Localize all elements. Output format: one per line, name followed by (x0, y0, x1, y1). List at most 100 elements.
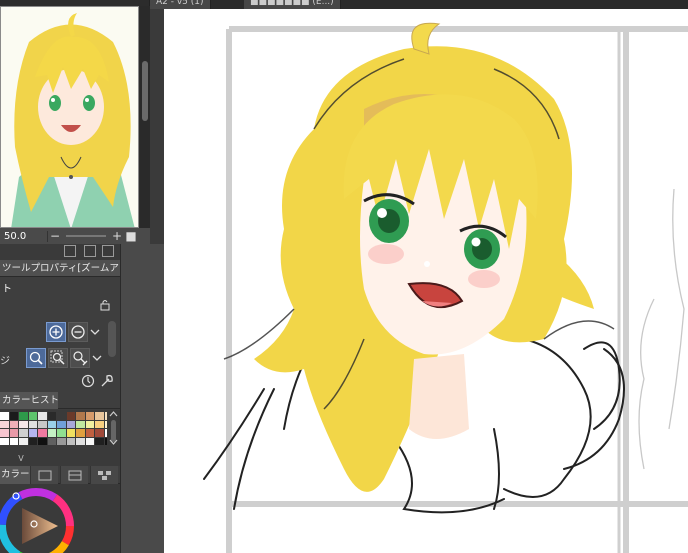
document-tab[interactable]: ■■■■■■■ (E...) (244, 0, 341, 9)
document-tab-bar: A2 - v5 (1) ■■■■■■■ (E...) (150, 0, 688, 9)
navigator-toolbar: 50.0 − + ■ (0, 228, 150, 244)
document-tab[interactable]: A2 - v5 (1) (150, 0, 211, 9)
artwork (203, 22, 688, 553)
color-swatch[interactable] (28, 412, 37, 420)
color-swatch[interactable] (19, 420, 28, 428)
color-swatch[interactable] (0, 412, 9, 420)
tool-property-scrollbar[interactable] (108, 321, 116, 357)
collapse-toggle[interactable]: V (16, 454, 26, 464)
zoom-out-button[interactable]: − (48, 229, 62, 243)
panel-splitter[interactable] (120, 244, 164, 553)
color-swatch[interactable] (9, 437, 18, 445)
color-swatch-grid (0, 412, 113, 450)
color-swatch[interactable] (9, 412, 18, 420)
color-swatch[interactable] (57, 429, 66, 437)
color-swatch[interactable] (38, 429, 47, 437)
magnifier-drag-icon (73, 351, 88, 366)
tab-color-history[interactable]: カラーヒストリー (0, 392, 58, 409)
zoom-in-mode-button[interactable] (46, 322, 66, 342)
zoom-out-mode-button[interactable] (68, 322, 88, 342)
color-wheel-tabbar: カラー (0, 466, 120, 484)
zoom-slider[interactable] (66, 235, 106, 237)
color-swatch[interactable] (85, 437, 94, 445)
color-swatch[interactable] (85, 412, 94, 420)
color-swatch[interactable] (28, 429, 37, 437)
color-swatch[interactable] (0, 437, 9, 445)
color-swatch[interactable] (38, 412, 47, 420)
color-swatch[interactable] (85, 429, 94, 437)
color-swatch[interactable] (95, 412, 104, 420)
navigator-preview[interactable] (0, 6, 139, 228)
zoom-mode-row (0, 321, 120, 343)
color-swatch[interactable] (95, 429, 104, 437)
tab-color-slider[interactable] (30, 466, 58, 484)
color-swatch[interactable] (38, 437, 47, 445)
lock-icon[interactable] (99, 299, 111, 311)
color-swatch[interactable] (47, 437, 56, 445)
tool-property-panel: ト ジ (0, 277, 120, 392)
color-swatch[interactable] (19, 412, 28, 420)
color-swatch[interactable] (66, 429, 75, 437)
color-swatch[interactable] (47, 429, 56, 437)
tab-color-set[interactable] (60, 466, 88, 484)
color-slider-icon (38, 470, 52, 481)
color-swatch[interactable] (95, 420, 104, 428)
plus-circle-icon (49, 325, 63, 339)
color-swatch[interactable] (76, 420, 85, 428)
tool-settings-icons[interactable] (80, 372, 120, 390)
navigator-thumbnail-image (1, 7, 138, 227)
tab-tool-property[interactable]: ツールプロパティ[ズームアウト] (0, 260, 120, 277)
scrub-zoom-button[interactable] (70, 348, 90, 368)
zoom-in-button[interactable]: + (110, 229, 124, 243)
color-set-icon (68, 470, 82, 481)
tab-intermediate-color[interactable] (90, 466, 118, 484)
intermediate-color-icon (98, 471, 111, 480)
chevron-down-icon[interactable] (92, 354, 102, 362)
color-swatch[interactable] (66, 420, 75, 428)
drawing-canvas[interactable] (164, 9, 688, 553)
color-swatch[interactable] (38, 420, 47, 428)
color-swatch[interactable] (57, 412, 66, 420)
color-swatch[interactable] (76, 429, 85, 437)
color-swatch[interactable] (66, 412, 75, 420)
panel-icon-row (0, 244, 120, 260)
color-swatch[interactable] (76, 412, 85, 420)
color-swatch[interactable] (57, 437, 66, 445)
click-mode-row: ジ (0, 347, 120, 369)
color-history-tabbar: カラーヒストリー (0, 392, 120, 409)
click-zoom-button[interactable] (26, 348, 46, 368)
color-swatch[interactable] (28, 420, 37, 428)
color-swatch[interactable] (47, 412, 56, 420)
navigator-scrollbar[interactable] (140, 6, 150, 228)
color-swatch[interactable] (0, 420, 9, 428)
minus-circle-icon (71, 325, 85, 339)
color-swatch[interactable] (85, 420, 94, 428)
color-swatch[interactable] (28, 437, 37, 445)
color-wheel-panel (0, 484, 120, 553)
color-swatch[interactable] (66, 437, 75, 445)
zoom-value[interactable]: 50.0 (0, 230, 48, 242)
color-swatch[interactable] (57, 420, 66, 428)
color-swatch[interactable] (0, 429, 9, 437)
color-swatch[interactable] (9, 420, 18, 428)
drag-zoom-button[interactable] (48, 348, 68, 368)
color-swatch[interactable] (47, 420, 56, 428)
magnifier-icon (29, 351, 43, 365)
tab-color-wheel[interactable]: カラー (0, 466, 30, 484)
color-history-panel: V (0, 410, 120, 466)
panel-delete-icon[interactable] (102, 245, 114, 257)
navigator-panel: 50.0 − + ■ (0, 0, 150, 244)
chevron-down-icon[interactable] (90, 328, 100, 336)
panel-menu-icon[interactable] (64, 245, 76, 257)
color-swatch[interactable] (76, 437, 85, 445)
magnifier-rect-icon (50, 350, 65, 365)
swatch-scrollbar[interactable] (107, 410, 120, 466)
color-swatch[interactable] (9, 429, 18, 437)
panel-copy-icon[interactable] (84, 245, 96, 257)
fit-view-button[interactable]: ■ (124, 229, 138, 243)
color-swatch[interactable] (95, 437, 104, 445)
color-wheel[interactable] (0, 484, 120, 553)
tool-name: ト (2, 284, 12, 295)
color-swatch[interactable] (19, 437, 28, 445)
color-swatch[interactable] (19, 429, 28, 437)
